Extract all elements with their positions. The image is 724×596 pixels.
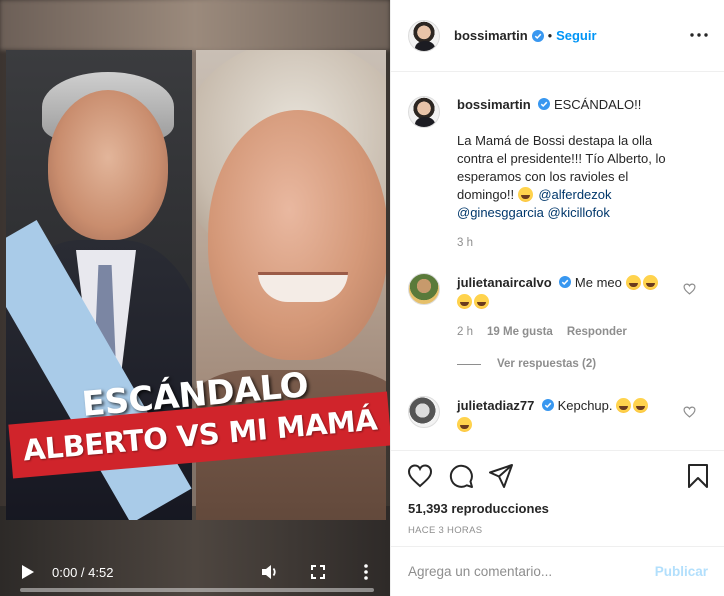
share-icon[interactable]	[488, 463, 514, 489]
post-actions: 51,393 reproducciones HACE 3 HORAS	[391, 450, 724, 536]
video-progress-bar[interactable]	[20, 588, 374, 592]
verified-badge-icon	[559, 276, 572, 288]
laughing-emoji-icon	[625, 275, 641, 290]
comment-time[interactable]: 2 h	[457, 323, 473, 342]
publish-button[interactable]: Publicar	[655, 564, 708, 579]
caption-text-block: La Mamá de Bossi destapa la olla contra …	[457, 132, 687, 222]
comment-likes[interactable]: 19 Me gusta	[487, 323, 553, 342]
post-header: bossimartin • Seguir	[391, 0, 724, 72]
comment-item: julietanaircalvo Me meo 2 h 19 Me gusta …	[408, 273, 704, 342]
video-blur-top	[0, 0, 390, 50]
replies-divider	[457, 363, 481, 365]
laughing-emoji-icon	[457, 294, 472, 309]
comment-meta: 2 h 19 Me gusta Responder	[457, 323, 679, 342]
rofl-emoji-icon	[517, 187, 533, 202]
author-username[interactable]: bossimartin	[454, 28, 528, 43]
commenter-avatar[interactable]	[408, 273, 440, 305]
heart-icon[interactable]	[407, 463, 433, 489]
caption-headline: ESCÁNDALO!!	[553, 97, 642, 112]
post-caption: bossimartin ESCÁNDALO!! La Mamá de Bossi…	[408, 96, 704, 252]
comment-text: Kepchup.	[557, 398, 613, 413]
view-count[interactable]: 51,393 reproducciones	[408, 501, 549, 516]
rofl-emoji-icon	[457, 417, 472, 432]
volume-icon[interactable]	[260, 562, 280, 582]
instagram-post: ESCÁNDALO ALBERTO VS MI MAMÁ 0:00 / 4:52	[0, 0, 724, 596]
follow-button[interactable]: Seguir	[556, 28, 596, 43]
comment-text: Me meo	[574, 275, 622, 290]
author-avatar[interactable]	[408, 19, 440, 52]
mention-link[interactable]: @kicillofok	[548, 205, 610, 220]
video-options-icon[interactable]	[356, 562, 376, 582]
verified-badge-icon	[531, 29, 544, 42]
view-replies-button[interactable]: Ver respuestas (2)	[457, 358, 596, 370]
play-icon[interactable]	[18, 562, 38, 582]
caption-timestamp[interactable]: 3 h	[457, 234, 687, 252]
commenter-avatar[interactable]	[408, 396, 440, 428]
post-side-panel: bossimartin • Seguir bossimartin ESCÁNDA…	[390, 0, 724, 596]
separator-dot: •	[547, 28, 553, 43]
laughing-emoji-icon	[474, 294, 489, 309]
mention-link[interactable]: @alferdezok	[538, 187, 611, 202]
video-time: 0:00 / 4:52	[52, 565, 114, 580]
post-time-ago[interactable]: HACE 3 HORAS	[408, 525, 482, 536]
video-player[interactable]: ESCÁNDALO ALBERTO VS MI MAMÁ 0:00 / 4:52	[0, 0, 390, 596]
laughing-emoji-icon	[642, 275, 658, 290]
verified-badge-icon	[538, 98, 551, 110]
comment-composer: Publicar	[391, 546, 724, 596]
fullscreen-icon[interactable]	[308, 562, 328, 582]
more-options-icon[interactable]	[690, 28, 708, 42]
caption-avatar[interactable]	[408, 96, 440, 128]
save-bookmark-icon[interactable]	[685, 463, 711, 489]
comment-item: julietadiaz77 Kepchup.	[408, 396, 704, 434]
view-replies-label: Ver respuestas (2)	[497, 358, 597, 370]
commenter-username[interactable]: julietadiaz77	[457, 398, 534, 413]
commenter-username[interactable]: julietanaircalvo	[457, 275, 552, 290]
like-comment-heart-icon[interactable]	[683, 283, 696, 295]
rofl-emoji-icon	[633, 398, 649, 413]
reply-button[interactable]: Responder	[567, 323, 627, 342]
like-comment-heart-icon[interactable]	[683, 406, 696, 418]
verified-badge-icon	[541, 399, 554, 411]
caption-username[interactable]: bossimartin	[457, 97, 531, 112]
mention-link[interactable]: @ginesggarcia	[457, 205, 544, 220]
comment-icon[interactable]	[448, 463, 474, 489]
comment-input[interactable]	[408, 564, 655, 579]
video-controls: 0:00 / 4:52	[0, 536, 390, 596]
rofl-emoji-icon	[616, 398, 632, 413]
